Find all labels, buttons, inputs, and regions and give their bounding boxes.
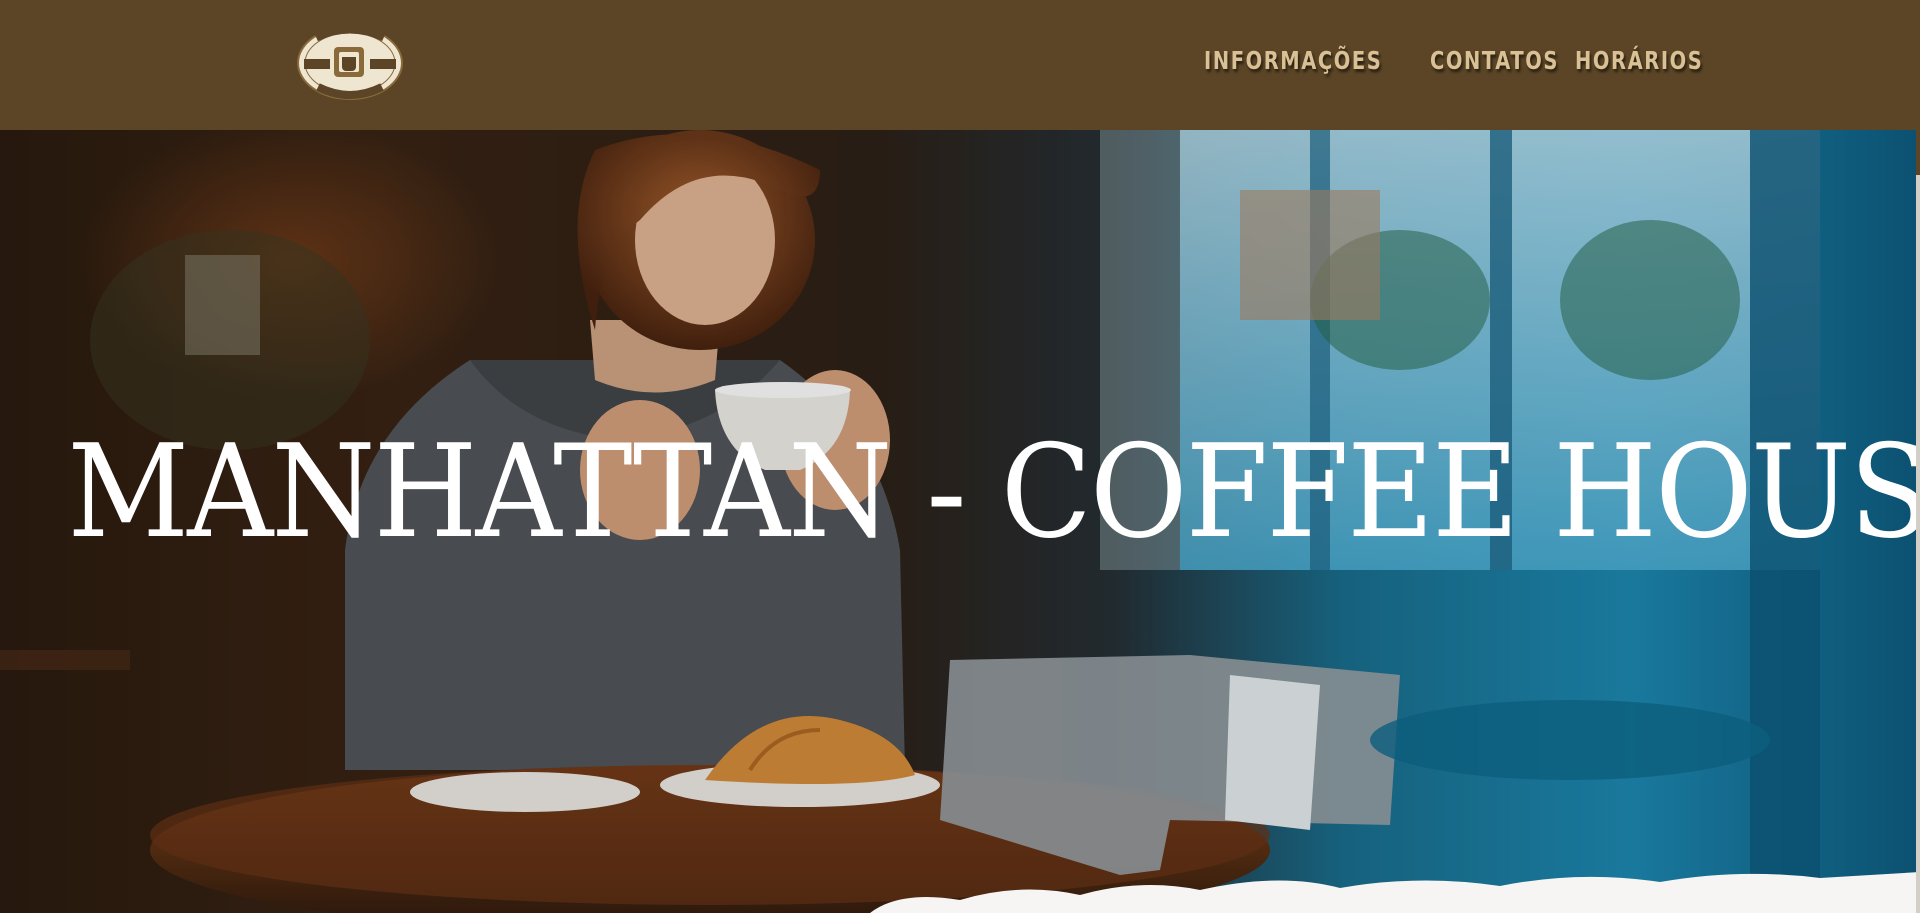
hero-title: MANHATTAN - COFFEE HOUSE xyxy=(67,418,1920,567)
nav-link-contatos[interactable]: CONTATOS xyxy=(1430,46,1557,75)
scrollbar-thumb[interactable] xyxy=(1916,0,1920,175)
nav-link-informacoes[interactable]: INFORMAÇÕES xyxy=(1204,46,1381,75)
site-header: INFORMAÇÕES CONTATOS HORÁRIOS xyxy=(0,0,1920,130)
hero-section: MANHATTAN - COFFEE HOUSE xyxy=(0,130,1920,913)
main-nav: INFORMAÇÕES CONTATOS HORÁRIOS xyxy=(1204,46,1702,75)
nav-link-horarios[interactable]: HORÁRIOS xyxy=(1575,46,1702,75)
manhattan-coffee-house-logo[interactable] xyxy=(296,24,404,101)
